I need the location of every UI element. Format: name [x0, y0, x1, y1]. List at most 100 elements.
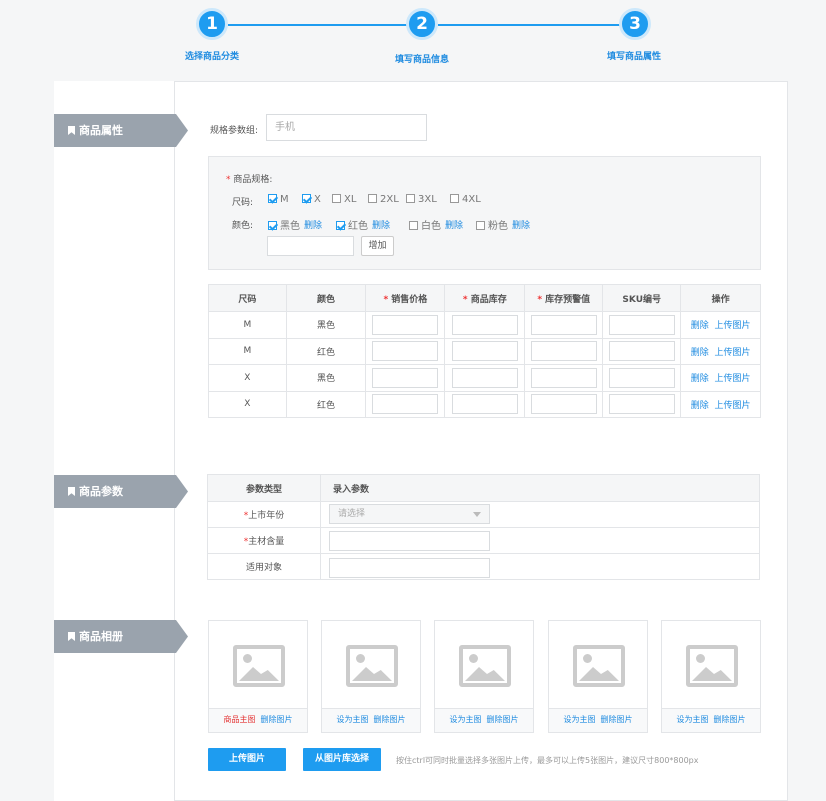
delete-image-link[interactable]: 删除图片 [261, 715, 293, 724]
set-main-link[interactable]: 设为主图 [676, 715, 708, 724]
row-delete-link[interactable]: 删除 [691, 401, 709, 411]
card-actions: 设为主图 删除图片 [322, 708, 420, 732]
step-2-label: 填写商品信息 [394, 55, 449, 65]
sku-input[interactable] [608, 394, 675, 415]
section-tag-params: 商品参数 [54, 475, 188, 508]
checkbox-label: 红色 [348, 221, 368, 232]
color-label: 颜色: [232, 221, 254, 231]
warn-input[interactable] [530, 314, 597, 335]
size-checkbox[interactable]: 4XL [450, 194, 481, 205]
delete-image-link[interactable]: 删除图片 [487, 715, 519, 724]
new-spec-input[interactable] [267, 236, 354, 256]
sku-input[interactable] [608, 341, 675, 362]
set-main-link[interactable]: 设为主图 [563, 715, 595, 724]
row-upload-link[interactable]: 上传图片 [714, 348, 750, 358]
delete-color-link[interactable]: 删除 [372, 218, 390, 231]
row-delete-link[interactable]: 删除 [691, 348, 709, 358]
album-card: 商品主图 删除图片 [208, 620, 308, 733]
step-3-circle: 3 [619, 8, 651, 40]
row-ops: 删除 上传图片 [680, 390, 761, 418]
add-spec-button[interactable]: 增加 [361, 236, 394, 256]
library-select-button[interactable]: 从图片库选择 [303, 748, 381, 771]
col-color: 颜色 [285, 284, 367, 312]
checkbox-label: 白色 [421, 221, 441, 232]
warn-input[interactable] [530, 394, 597, 415]
checkbox-label: 2XL [380, 194, 399, 205]
card-actions: 设为主图 删除图片 [662, 708, 760, 732]
bookmark-icon [68, 126, 75, 135]
delete-image-link[interactable]: 删除图片 [714, 715, 746, 724]
delete-image-link[interactable]: 删除图片 [374, 715, 406, 724]
sku-input[interactable] [608, 314, 675, 335]
warn-input[interactable] [530, 341, 597, 362]
checkbox-icon [368, 194, 377, 203]
size-checkbox[interactable]: X [302, 194, 321, 205]
bookmark-icon [68, 487, 75, 496]
bookmark-icon [68, 632, 75, 641]
size-checkbox[interactable]: M [268, 194, 289, 205]
card-actions: 商品主图 删除图片 [209, 708, 307, 732]
step-connector [438, 24, 622, 26]
checkbox-icon [409, 221, 418, 230]
image-placeholder-icon [346, 645, 398, 687]
price-input[interactable] [372, 394, 439, 415]
target-input[interactable] [329, 558, 490, 578]
delete-color-link[interactable]: 删除 [304, 218, 322, 231]
checkbox-label: 黑色 [280, 221, 300, 232]
row-delete-link[interactable]: 删除 [691, 321, 709, 331]
year-select[interactable]: 请选择 [329, 504, 490, 524]
step-1-label: 选择商品分类 [184, 52, 239, 62]
col-size: 尺码 [208, 284, 287, 312]
section-label-column [54, 81, 175, 801]
sku-input[interactable] [608, 367, 675, 388]
album-card: 设为主图 删除图片 [321, 620, 421, 733]
color-checkbox[interactable]: 黑色 [268, 217, 300, 232]
row-delete-link[interactable]: 删除 [691, 374, 709, 384]
delete-color-link[interactable]: 删除 [445, 218, 463, 231]
price-input[interactable] [372, 367, 439, 388]
set-main-link[interactable]: 商品主图 [223, 715, 255, 724]
size-checkbox[interactable]: 3XL [406, 194, 437, 205]
section-title: 商品属性 [79, 124, 123, 137]
section-title: 商品相册 [79, 630, 123, 643]
price-input[interactable] [372, 314, 439, 335]
color-checkbox[interactable]: 白色 [409, 217, 441, 232]
row-upload-link[interactable]: 上传图片 [714, 401, 750, 411]
spec-group-label: 规格参数组: [210, 126, 259, 136]
set-main-link[interactable]: 设为主图 [449, 715, 481, 724]
warn-input[interactable] [530, 367, 597, 388]
set-main-link[interactable]: 设为主图 [336, 715, 368, 724]
stock-input[interactable] [451, 394, 518, 415]
spec-group-input[interactable]: 手机 [266, 114, 427, 141]
stock-input[interactable] [451, 367, 518, 388]
stock-input[interactable] [451, 341, 518, 362]
price-input[interactable] [372, 341, 439, 362]
checkbox-label: 3XL [418, 194, 437, 205]
album-card: 设为主图 删除图片 [548, 620, 648, 733]
size-label: 尺码: [232, 198, 254, 208]
size-checkbox[interactable]: 2XL [368, 194, 399, 205]
material-input[interactable] [329, 531, 490, 551]
step-progress: 1 2 3 选择商品分类 填写商品信息 填写商品属性 [0, 0, 826, 80]
color-checkbox[interactable]: 红色 [336, 217, 368, 232]
cell-color: 红色 [285, 390, 367, 418]
row-upload-link[interactable]: 上传图片 [714, 321, 750, 331]
size-checkbox[interactable]: XL [332, 194, 356, 205]
cell-size: M [208, 337, 287, 365]
checkbox-label: M [280, 194, 289, 205]
row-upload-link[interactable]: 上传图片 [714, 374, 750, 384]
delete-image-link[interactable]: 删除图片 [601, 715, 633, 724]
cell-color: 红色 [285, 337, 367, 365]
checkbox-label: 4XL [462, 194, 481, 205]
color-checkbox[interactable]: 粉色 [476, 217, 508, 232]
upload-image-button[interactable]: 上传图片 [208, 748, 286, 771]
delete-color-link[interactable]: 删除 [512, 218, 530, 231]
image-placeholder-icon [459, 645, 511, 687]
cell-size: X [208, 390, 287, 418]
image-placeholder-icon [573, 645, 625, 687]
step-connector [228, 24, 408, 26]
stock-input[interactable] [451, 314, 518, 335]
checkbox-icon [450, 194, 459, 203]
step-3-label: 填写商品属性 [606, 52, 661, 62]
step-1-circle: 1 [196, 8, 228, 40]
